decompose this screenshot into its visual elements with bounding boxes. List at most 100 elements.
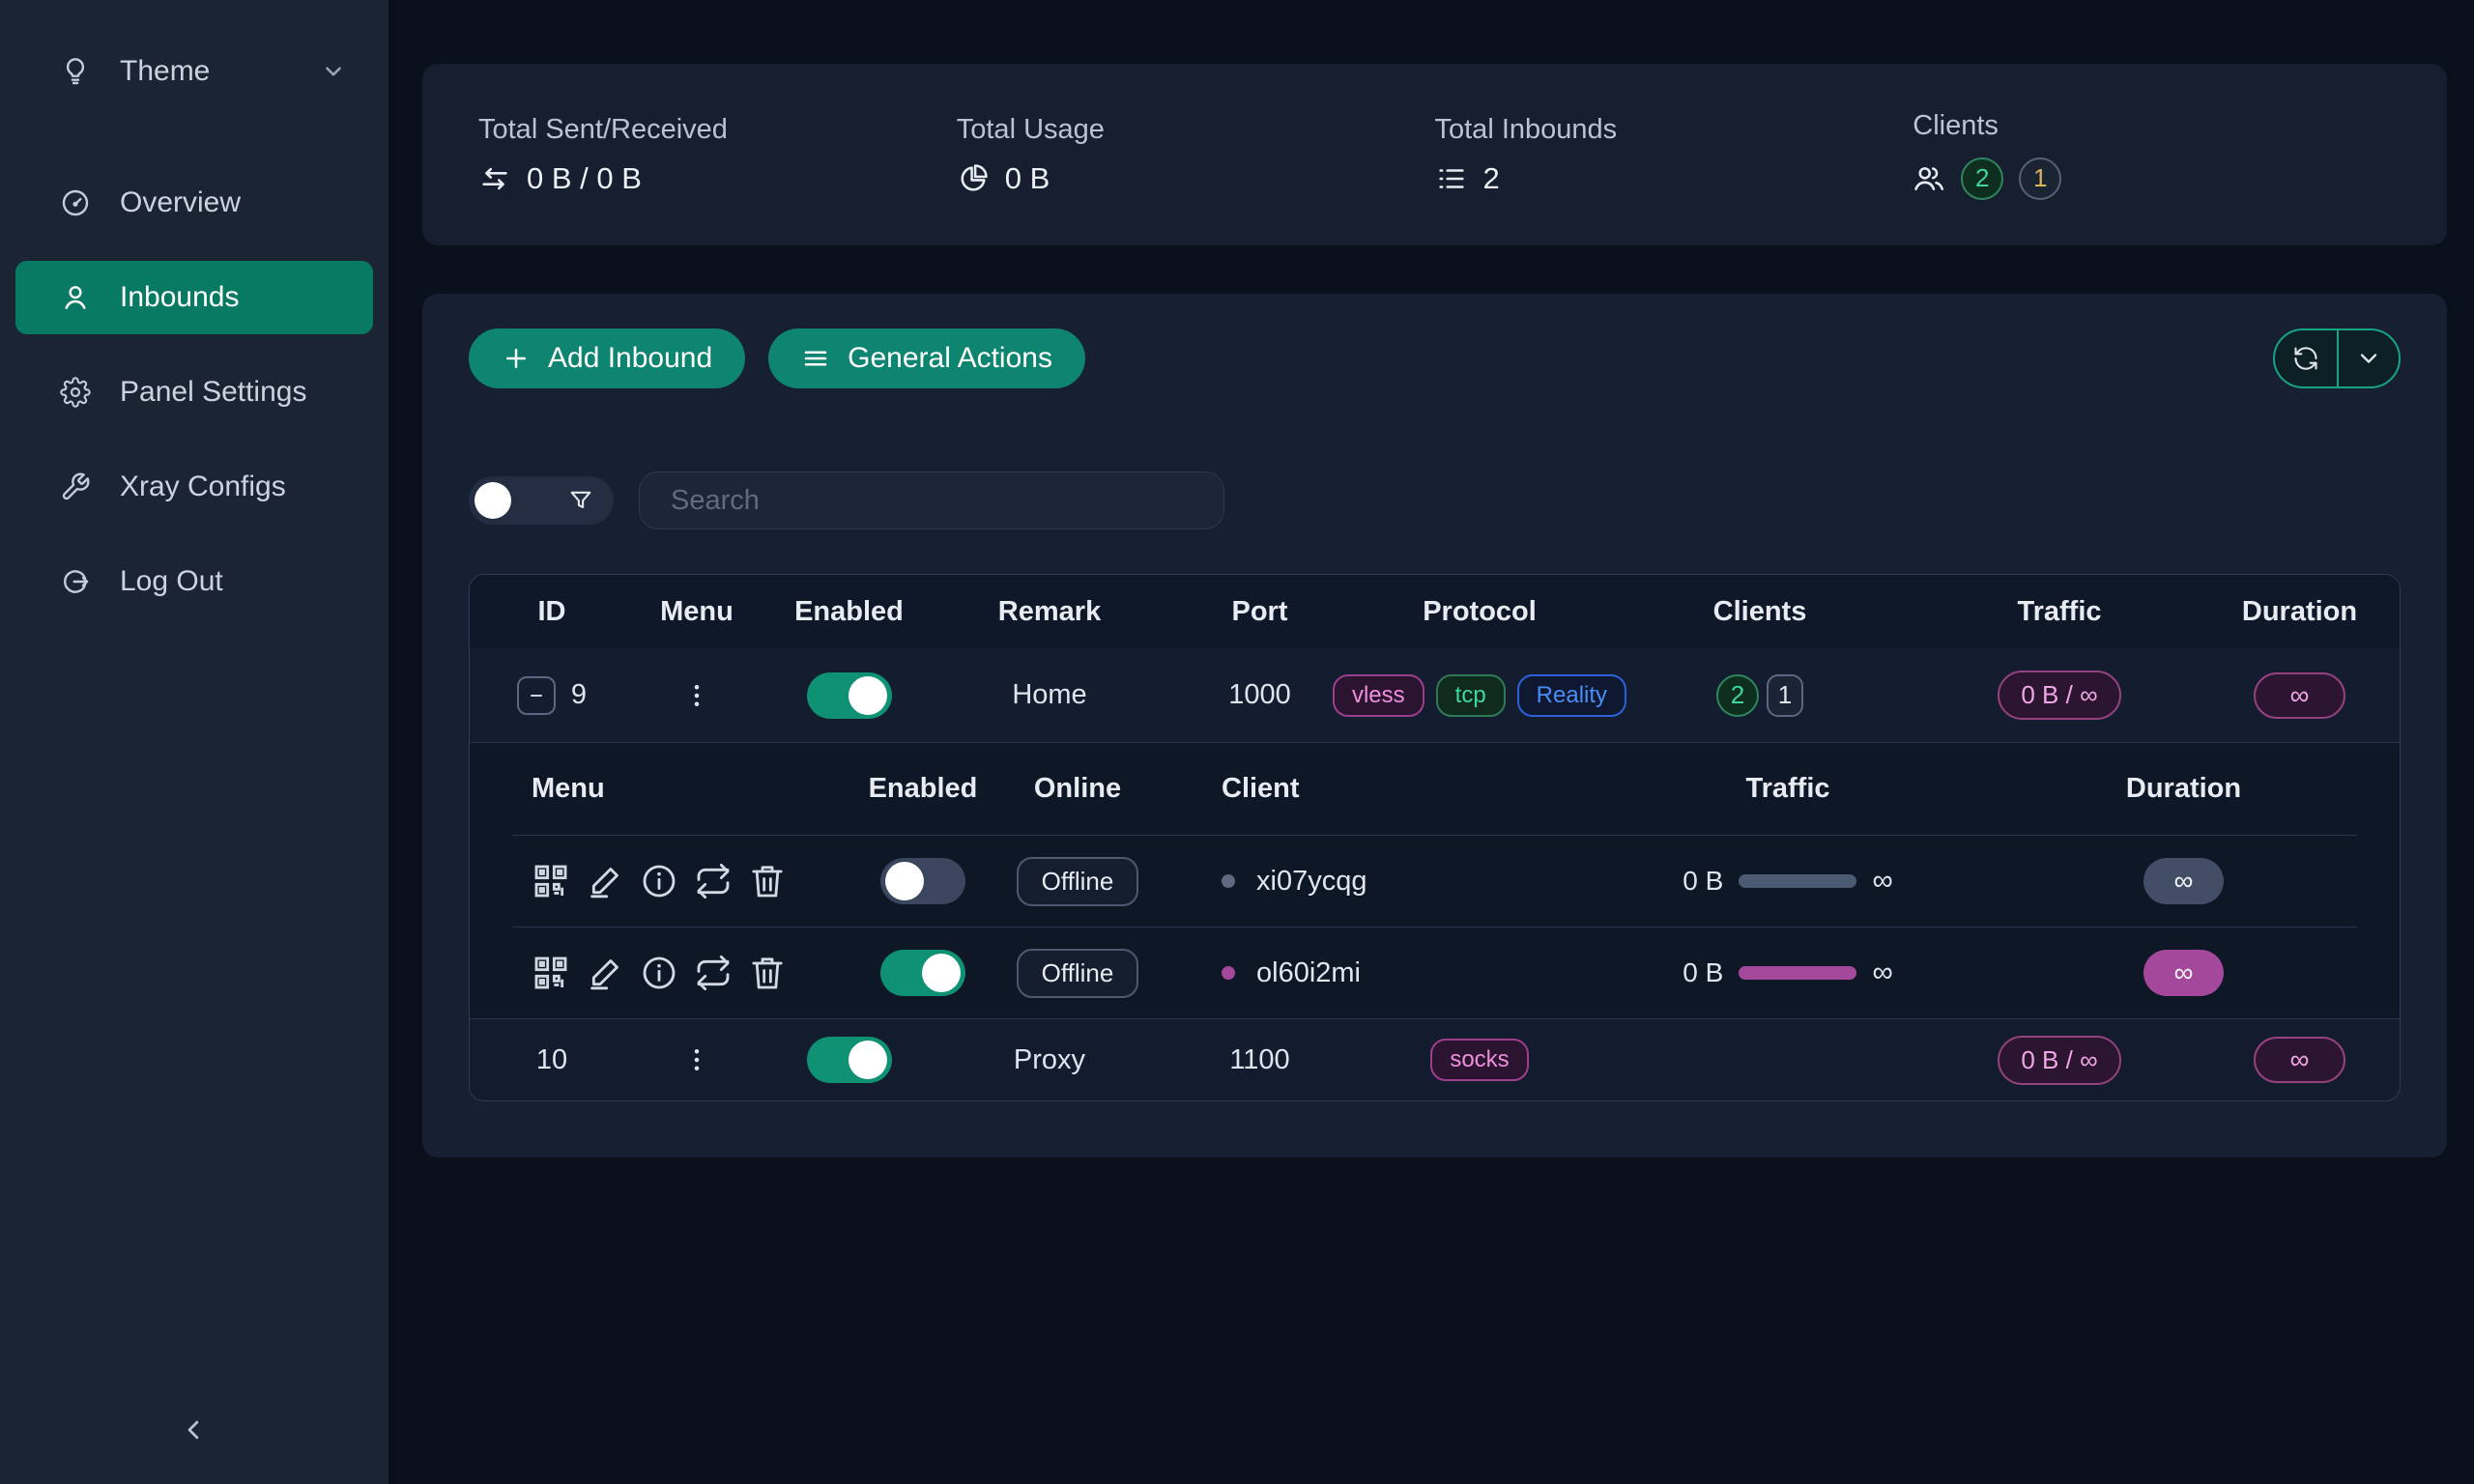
client-status-dot xyxy=(1222,966,1235,980)
inbound-id: 10 xyxy=(536,1044,567,1076)
inbound-remark: Home xyxy=(938,679,1161,711)
client-traffic-cap: ∞ xyxy=(1872,956,1892,989)
row-clients-enabled-badge: 2 xyxy=(1716,674,1759,717)
edit-icon[interactable] xyxy=(586,862,624,900)
sidebar-item-log-out[interactable]: Log Out xyxy=(15,545,373,618)
refresh-button[interactable] xyxy=(2275,330,2337,386)
sidebar-item-label: Panel Settings xyxy=(120,376,306,409)
stat-label: Total Usage xyxy=(957,114,1435,146)
sidebar-item-label: Overview xyxy=(120,186,241,219)
client-name: ol60i2mi xyxy=(1256,957,1361,989)
row-clients-disabled-badge: 1 xyxy=(1767,674,1803,717)
transport-tag: tcp xyxy=(1436,674,1506,717)
refresh-button-group xyxy=(2273,328,2401,388)
wrench-icon xyxy=(60,471,91,502)
col-menu: Menu xyxy=(634,596,760,628)
delete-icon[interactable] xyxy=(748,954,787,992)
chevron-down-icon xyxy=(321,59,346,84)
stat-label: Clients xyxy=(1913,110,2391,142)
search-row xyxy=(469,471,2401,529)
protocol-tag: socks xyxy=(1430,1039,1528,1081)
sidebar-item-xray-configs[interactable]: Xray Configs xyxy=(15,450,373,524)
sidebar-item-label: Theme xyxy=(120,55,210,88)
col-remark: Remark xyxy=(938,596,1161,628)
filter-toggle-knob xyxy=(475,482,511,519)
duration-pill: ∞ xyxy=(2254,1037,2346,1083)
clients-disabled-badge: 1 xyxy=(2019,157,2061,200)
filter-toggle[interactable] xyxy=(469,476,614,525)
qrcode-icon[interactable] xyxy=(532,954,570,992)
add-inbound-label: Add Inbound xyxy=(548,342,712,375)
table-row-inbound-10: 10 Proxy 1100 socks 0 B / ∞ ∞ xyxy=(470,1018,2400,1100)
search-input[interactable] xyxy=(639,471,1224,529)
inbound-id: 9 xyxy=(571,679,587,711)
col-traffic: Traffic xyxy=(1919,596,2200,628)
transfer-icon xyxy=(478,162,511,195)
client-enabled-toggle[interactable] xyxy=(880,950,965,996)
sub-col-enabled: Enabled xyxy=(850,773,995,805)
sidebar-item-overview[interactable]: Overview xyxy=(15,166,373,240)
client-traffic-used: 0 B xyxy=(1683,866,1723,897)
add-inbound-button[interactable]: Add Inbound xyxy=(469,328,745,388)
client-traffic-used: 0 B xyxy=(1683,957,1723,988)
col-protocol: Protocol xyxy=(1359,596,1600,628)
refresh-interval-dropdown[interactable] xyxy=(2337,330,2399,386)
inbound-enabled-toggle[interactable] xyxy=(807,1037,892,1083)
stat-label: Total Sent/Received xyxy=(478,114,957,146)
info-icon[interactable] xyxy=(640,954,678,992)
sub-col-traffic: Traffic xyxy=(1566,773,2010,805)
col-duration: Duration xyxy=(2200,596,2400,628)
col-clients: Clients xyxy=(1600,596,1919,628)
main-content: Total Sent/Received 0 B / 0 B Total Usag… xyxy=(388,0,2474,1484)
info-icon[interactable] xyxy=(640,862,678,900)
traffic-pill: 0 B / ∞ xyxy=(1998,671,2120,720)
stats-panel: Total Sent/Received 0 B / 0 B Total Usag… xyxy=(422,64,2447,245)
reset-traffic-icon[interactable] xyxy=(694,862,733,900)
qrcode-icon[interactable] xyxy=(532,862,570,900)
sub-col-duration: Duration xyxy=(2010,773,2357,805)
row-menu-button[interactable] xyxy=(634,1045,760,1074)
stat-value: 0 B / 0 B xyxy=(527,161,642,196)
clients-enabled-badge: 2 xyxy=(1961,157,2003,200)
edit-icon[interactable] xyxy=(586,954,624,992)
reset-traffic-icon[interactable] xyxy=(694,954,733,992)
stat-clients: Clients 2 1 xyxy=(1913,110,2391,200)
inbounds-table: ID Menu Enabled Remark Port Protocol Cli… xyxy=(469,574,2401,1101)
stat-total-sent-received: Total Sent/Received 0 B / 0 B xyxy=(478,114,957,196)
client-duration-pill: ∞ xyxy=(2143,858,2225,904)
sidebar-collapse-button[interactable] xyxy=(164,1401,222,1459)
inbounds-panel: Add Inbound General Actions xyxy=(422,294,2447,1157)
bulb-icon xyxy=(60,56,91,87)
sidebar-item-panel-settings[interactable]: Panel Settings xyxy=(15,356,373,429)
hamburger-icon xyxy=(801,344,830,373)
toolbar: Add Inbound General Actions xyxy=(469,328,2401,388)
sub-col-menu: Menu xyxy=(532,773,850,805)
clients-subtable: Menu Enabled Online Client Traffic Durat… xyxy=(470,742,2400,1018)
inbound-enabled-toggle[interactable] xyxy=(807,672,892,719)
row-menu-button[interactable] xyxy=(634,681,760,710)
col-enabled: Enabled xyxy=(760,596,938,628)
people-icon xyxy=(1913,162,1945,195)
online-status-badge: Offline xyxy=(1017,949,1139,998)
collapse-row-button[interactable] xyxy=(517,676,556,715)
client-row-ol60i2mi: Offline ol60i2mi 0 B ∞ ∞ xyxy=(512,927,2357,1018)
table-row-inbound-9: 9 Home 1000 vless tcp Reality 2 1 xyxy=(470,648,2400,742)
client-row-xi07ycqg: Offline xi07ycqg 0 B ∞ ∞ xyxy=(512,835,2357,927)
client-status-dot xyxy=(1222,874,1235,888)
chevron-left-icon xyxy=(178,1414,209,1445)
stat-total-inbounds: Total Inbounds 2 xyxy=(1435,114,1913,196)
traffic-pill: 0 B / ∞ xyxy=(1998,1036,2120,1085)
sidebar-item-inbounds[interactable]: Inbounds xyxy=(15,261,373,334)
refresh-icon xyxy=(2292,345,2319,372)
funnel-icon xyxy=(567,487,594,514)
sidebar-item-label: Log Out xyxy=(120,565,223,598)
sidebar-item-theme[interactable]: Theme xyxy=(15,35,373,108)
gear-icon xyxy=(60,377,91,408)
client-enabled-toggle[interactable] xyxy=(880,858,965,904)
stat-total-usage: Total Usage 0 B xyxy=(957,114,1435,196)
inbound-port: 1100 xyxy=(1161,1044,1359,1076)
sub-col-client: Client xyxy=(1160,773,1566,805)
general-actions-button[interactable]: General Actions xyxy=(768,328,1085,388)
delete-icon[interactable] xyxy=(748,862,787,900)
sub-col-online: Online xyxy=(995,773,1160,805)
